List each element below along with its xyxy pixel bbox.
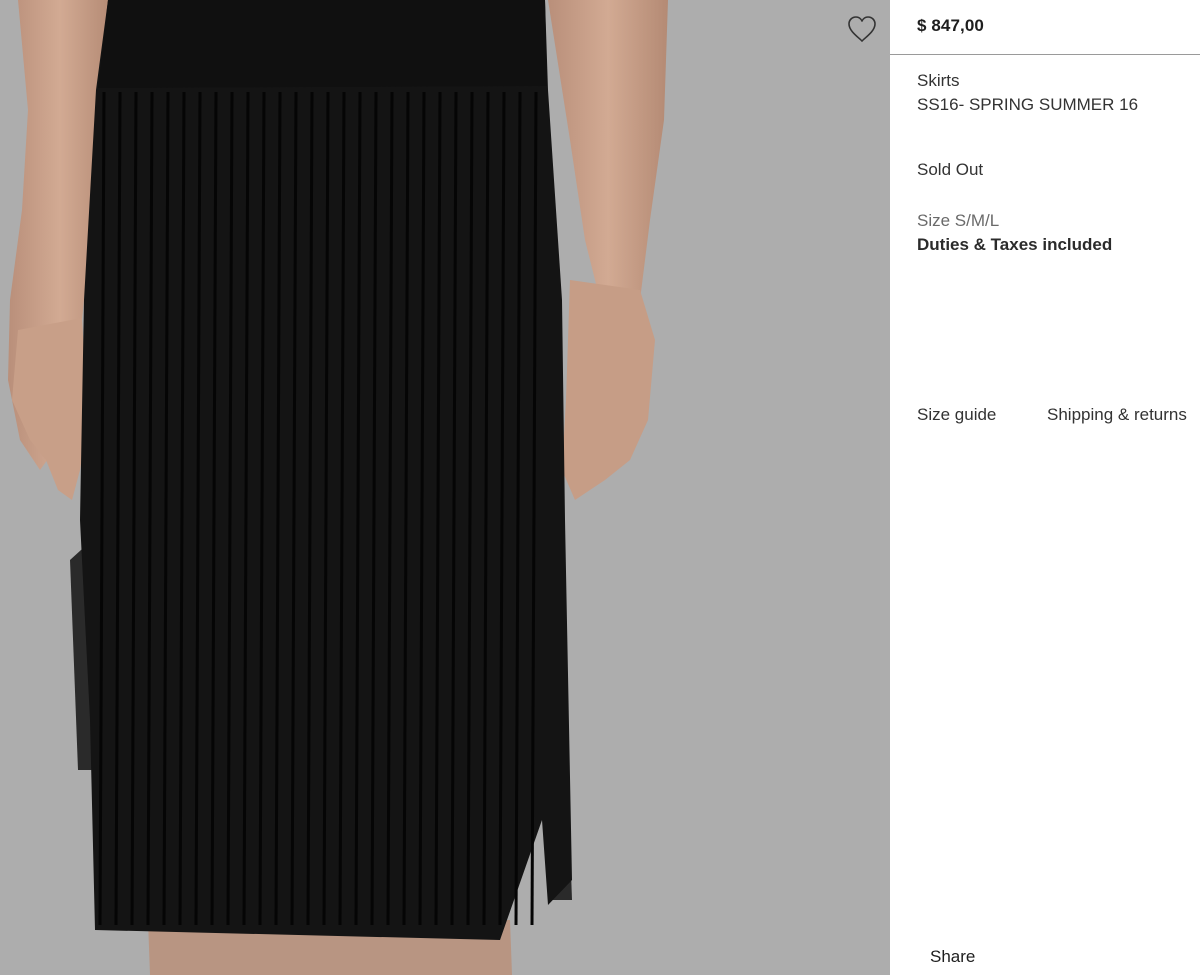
product-photo-illustration [8,0,668,975]
size-info: Size S/M/L [917,211,1000,230]
product-category: Skirts [917,71,960,90]
product-image [0,0,890,975]
product-season: SS16- SPRING SUMMER 16 [917,95,1139,114]
wishlist-heart-icon[interactable] [846,14,878,44]
heart-outline-icon [848,16,876,42]
divider [890,54,1200,55]
product-info-panel: $ 847,00 Skirts SS16- SPRING SUMMER 16 S… [890,0,1200,975]
duties-info: Duties & Taxes included [917,235,1113,254]
shipping-returns-link[interactable]: Shipping & returns [1047,405,1187,425]
product-price: $ 847,00 [917,16,984,35]
share-button[interactable]: Share [930,947,975,967]
size-guide-link[interactable]: Size guide [917,405,996,425]
stock-status: Sold Out [917,160,984,179]
